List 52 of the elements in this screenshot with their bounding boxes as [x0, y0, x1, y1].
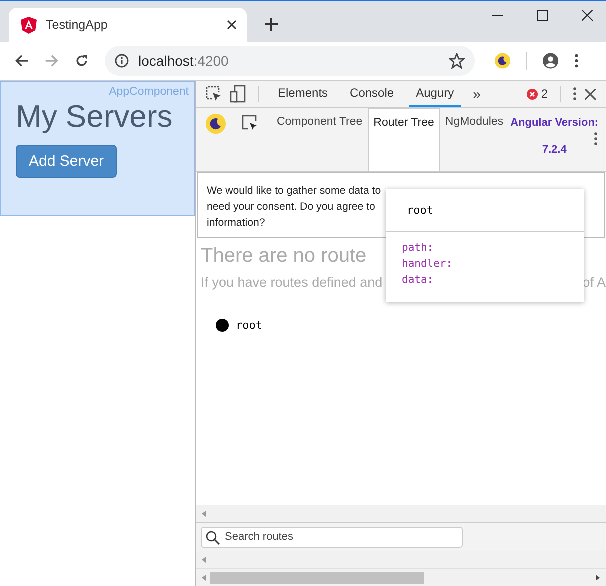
consent-text: need your consent. Do you agree to — [207, 200, 376, 215]
empty-heading: There are no route — [201, 245, 367, 268]
route-node-icon[interactable] — [216, 319, 229, 332]
url-text: localhost:4200 — [138, 53, 230, 69]
inspect-icon[interactable] — [242, 115, 258, 131]
angular-logo-icon — [21, 16, 37, 34]
popover-title: root — [407, 204, 434, 216]
info-icon — [114, 54, 129, 68]
menu-icon[interactable] — [594, 132, 598, 146]
account-icon[interactable] — [542, 52, 559, 70]
route-field-label: path: — [402, 241, 435, 256]
scrollbar-thumb[interactable] — [210, 572, 424, 584]
close-icon[interactable] — [585, 88, 596, 100]
panel-tab[interactable]: Component Tree — [272, 108, 368, 171]
component-label: AppComponent — [109, 86, 189, 98]
browser-tab[interactable]: TestingApp — [9, 8, 247, 42]
error-icon — [527, 88, 538, 100]
moon-extension-icon[interactable] — [494, 52, 510, 70]
version-label: Angular Version: — [510, 117, 599, 129]
route-field-label: handler: — [402, 257, 454, 272]
panel-tab[interactable]: Router Tree — [368, 108, 440, 171]
tab-title: TestingApp — [46, 18, 109, 32]
star-icon[interactable] — [448, 53, 465, 69]
devtools-tab[interactable]: Console — [343, 81, 402, 107]
panel-tab[interactable]: NgModules — [440, 108, 509, 171]
devtools-tab[interactable]: Elements — [271, 81, 336, 107]
moon-logo-icon — [206, 114, 226, 134]
device-icon[interactable] — [230, 85, 246, 103]
empty-text: If you have routes defined and — [201, 275, 383, 290]
more-tabs-button[interactable]: » — [473, 86, 481, 102]
close-icon[interactable] — [582, 10, 593, 21]
menu-icon[interactable] — [573, 87, 577, 101]
close-icon[interactable] — [227, 20, 237, 30]
menu-icon[interactable] — [574, 53, 578, 69]
route-node-label: root — [236, 319, 262, 332]
page-heading: My Servers — [16, 99, 174, 135]
back-icon[interactable] — [15, 53, 29, 69]
maximize-icon[interactable] — [537, 10, 548, 21]
reload-icon[interactable] — [74, 53, 89, 69]
consent-text: We would like to gather some data to — [207, 184, 382, 199]
route-field-label: data: — [402, 273, 435, 288]
inspect-icon[interactable] — [206, 86, 222, 102]
error-count-text: 2 — [541, 87, 548, 101]
error-count[interactable]: 2 — [527, 87, 548, 101]
search-icon — [206, 530, 220, 544]
add-server-button[interactable]: Add Server — [16, 145, 118, 178]
scroll-right-icon[interactable] — [596, 574, 600, 580]
search-field[interactable]: Search routes — [201, 526, 463, 548]
version-number: 7.2.4 — [542, 144, 567, 156]
consent-text: information? — [207, 216, 266, 231]
new-tab-icon[interactable] — [265, 18, 278, 31]
address-bar[interactable]: localhost:4200 — [104, 46, 475, 76]
